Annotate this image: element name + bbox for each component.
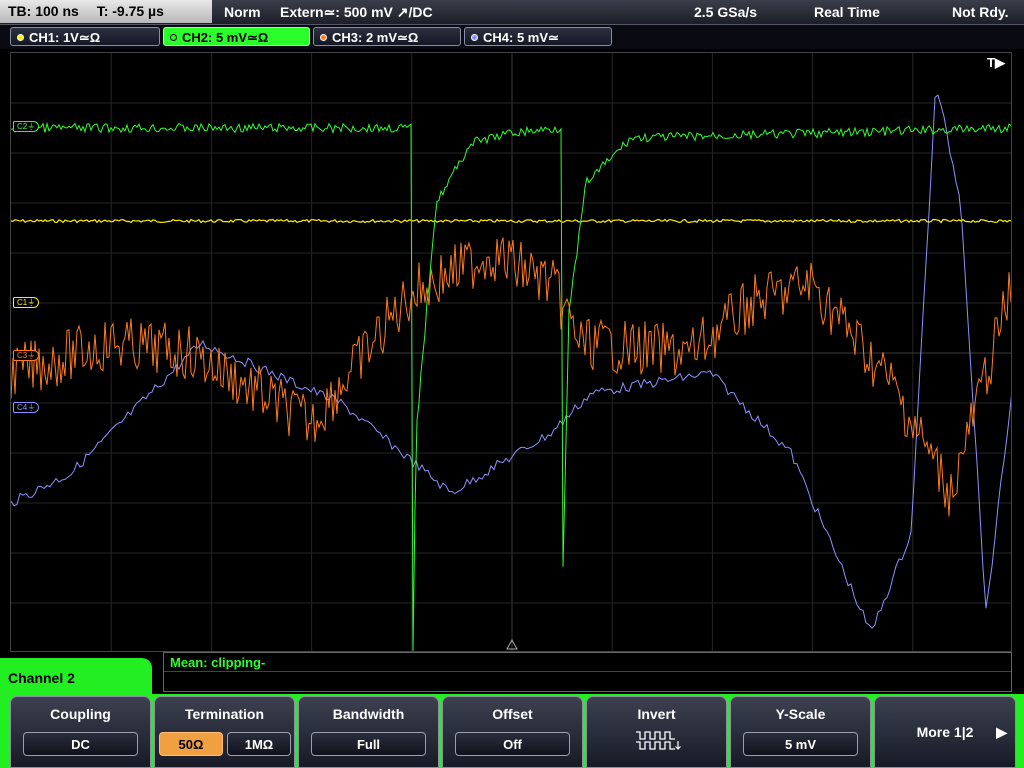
y-scale-softkey[interactable]: Y-Scale 5 mV [730,696,871,768]
ch3-label: CH3: 2 mV≃Ω [332,30,419,45]
trigger-mode[interactable]: Norm [224,0,261,24]
trigger-offscreen-indicator: T▶ [987,55,1005,70]
coupling-value[interactable]: DC [23,732,138,756]
ch1-color-dot [17,34,24,41]
offset-title: Offset [492,706,533,722]
ch3-color-dot [320,34,327,41]
invert-title: Invert [637,706,676,722]
bandwidth-title: Bandwidth [332,706,405,722]
ch4-color-dot [471,34,478,41]
ch2-color-dot [170,34,177,41]
ch2-ground-marker[interactable]: C2⏚ [13,121,40,132]
ch3-ground-marker[interactable]: C3⏚ [13,350,40,361]
softkey-bar: Coupling DC Termination 50Ω 1MΩ Bandwidt… [0,694,1024,768]
ch4-label: CH4: 5 mV≃ [483,30,559,45]
status-bar: TB: 100 ns T: -9.75 µs Norm Extern≃: 500… [0,0,1024,25]
y-scale-title: Y-Scale [775,706,826,722]
bandwidth-softkey[interactable]: Bandwidth Full [298,696,439,768]
ready-state: Not Rdy. [952,4,1009,20]
sample-rate: 2.5 GSa/s [694,4,758,20]
ch4-ground-marker[interactable]: C4⏚ [13,402,40,413]
timebase-box[interactable]: TB: 100 ns T: -9.75 µs [0,0,212,23]
termination-title: Termination [184,706,265,722]
more-softkey[interactable]: More 1|2 ▶ [874,696,1016,768]
tab-ch4[interactable]: CH4: 5 mV≃ [464,27,612,46]
ch1-label: CH1: 1V≃Ω [29,30,101,45]
termination-50ohm-option[interactable]: 50Ω [159,732,223,756]
termination-softkey[interactable]: Termination 50Ω 1MΩ [154,696,295,768]
measurement-panel: Mean: clipping- [163,652,1012,692]
invert-waveform-icon [636,731,681,750]
offset-softkey[interactable]: Offset Off [442,696,583,768]
waveform-svg [11,53,1011,651]
channel-tab-row: CH1: 1V≃Ω CH2: 5 mV≃Ω CH3: 2 mV≃Ω CH4: 5… [0,25,1024,49]
ch2-label: CH2: 5 mV≃Ω [182,30,269,45]
trigger-time-readout: T: -9.75 µs [96,3,164,19]
coupling-softkey[interactable]: Coupling DC [10,696,151,768]
bandwidth-value[interactable]: Full [311,732,426,756]
graticule [11,53,1011,651]
tab-ch2[interactable]: CH2: 5 mV≃Ω [163,27,310,46]
tab-ch3[interactable]: CH3: 2 mV≃Ω [313,27,461,46]
trigger-source[interactable]: Extern≃: 500 mV ↗/DC [280,0,433,24]
invert-softkey[interactable]: Invert [586,696,727,768]
coupling-title: Coupling [50,706,111,722]
more-arrow-icon: ▶ [996,724,1007,740]
waveform-display[interactable]: T▶ C2⏚ C1⏚ C3⏚ C4⏚ [10,52,1012,652]
termination-1mohm-option[interactable]: 1MΩ [227,732,291,756]
measurement-result: Mean: clipping- [170,655,266,670]
more-label: More 1|2 [916,724,974,740]
acquisition-mode: Real Time [814,4,880,20]
timebase-readout: TB: 100 ns [8,3,79,19]
offset-value[interactable]: Off [455,732,570,756]
y-scale-value[interactable]: 5 mV [743,732,858,756]
measurement-divider [164,671,1011,672]
ch1-ground-marker[interactable]: C1⏚ [13,297,40,308]
tab-ch1[interactable]: CH1: 1V≃Ω [10,27,160,46]
menu-title-channel-2: Channel 2 [0,658,152,698]
